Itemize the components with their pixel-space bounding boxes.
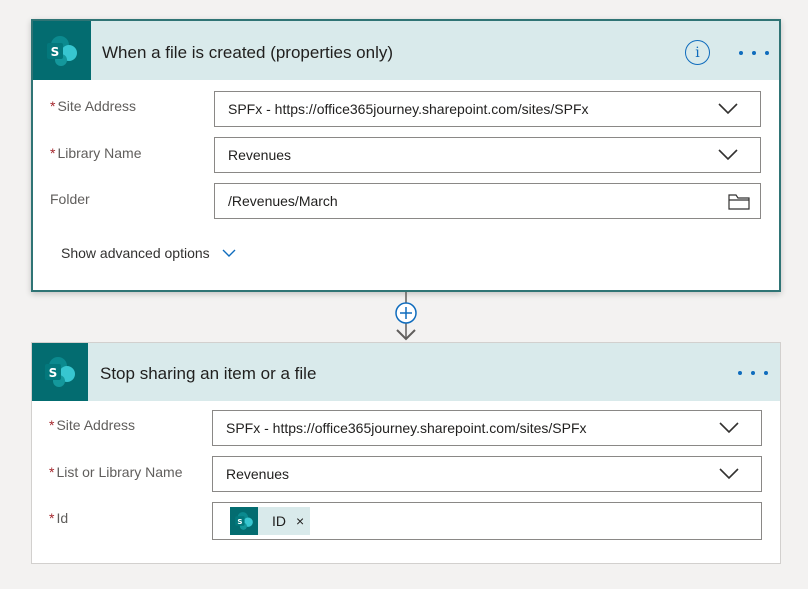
dynamic-content-token-id[interactable]: S ID × xyxy=(230,507,311,535)
info-icon[interactable]: i xyxy=(685,40,710,65)
token-label: ID xyxy=(272,513,286,529)
folder-label: Folder xyxy=(50,191,90,207)
library-name-dropdown[interactable]: Revenues xyxy=(214,137,761,173)
site-address-label: * Site Address xyxy=(50,98,137,114)
svg-text:S: S xyxy=(51,45,60,59)
folder-icon[interactable] xyxy=(728,194,750,210)
chevron-down-icon[interactable] xyxy=(718,149,738,161)
action-card-header[interactable]: S Stop sharing an item or a file xyxy=(32,343,780,401)
list-or-library-name-label: * List or Library Name xyxy=(49,464,183,480)
trigger-card[interactable]: S When a file is created (properties onl… xyxy=(31,19,781,292)
action-card[interactable]: S Stop sharing an item or a file * Site A… xyxy=(31,342,781,564)
action-title: Stop sharing an item or a file xyxy=(100,364,317,383)
svg-text:S: S xyxy=(237,517,242,526)
trigger-card-header[interactable]: S When a file is created (properties onl… xyxy=(33,21,779,80)
chevron-down-icon[interactable] xyxy=(719,468,739,480)
site-address-dropdown[interactable]: SPFx - https://office365journey.sharepoi… xyxy=(214,91,761,127)
sharepoint-icon: S xyxy=(235,512,253,530)
sharepoint-token-tile: S xyxy=(230,507,258,535)
more-options-icon[interactable] xyxy=(739,45,769,61)
site-address-dropdown[interactable]: SPFx - https://office365journey.sharepoi… xyxy=(212,410,762,446)
sharepoint-icon: S xyxy=(47,35,77,66)
folder-input[interactable]: /Revenues/March xyxy=(214,183,761,219)
more-options-icon[interactable] xyxy=(738,365,768,381)
chevron-down-icon[interactable] xyxy=(718,103,738,115)
id-input[interactable]: S ID × xyxy=(212,502,762,540)
sharepoint-logo-tile: S xyxy=(33,21,91,80)
add-step-connector[interactable] xyxy=(392,292,420,342)
sharepoint-logo-tile: S xyxy=(32,343,88,401)
id-label: * Id xyxy=(49,510,69,526)
chevron-down-icon[interactable] xyxy=(719,422,739,434)
trigger-title: When a file is created (properties only) xyxy=(102,43,394,62)
chevron-down-icon xyxy=(222,249,236,257)
svg-text:S: S xyxy=(49,366,58,380)
sharepoint-icon: S xyxy=(45,357,75,387)
close-icon[interactable]: × xyxy=(296,513,304,529)
site-address-label: * Site Address xyxy=(49,417,136,433)
show-advanced-options-link[interactable]: Show advanced options xyxy=(61,245,236,261)
library-name-label: * Library Name xyxy=(50,145,142,161)
list-or-library-name-dropdown[interactable]: Revenues xyxy=(212,456,762,492)
